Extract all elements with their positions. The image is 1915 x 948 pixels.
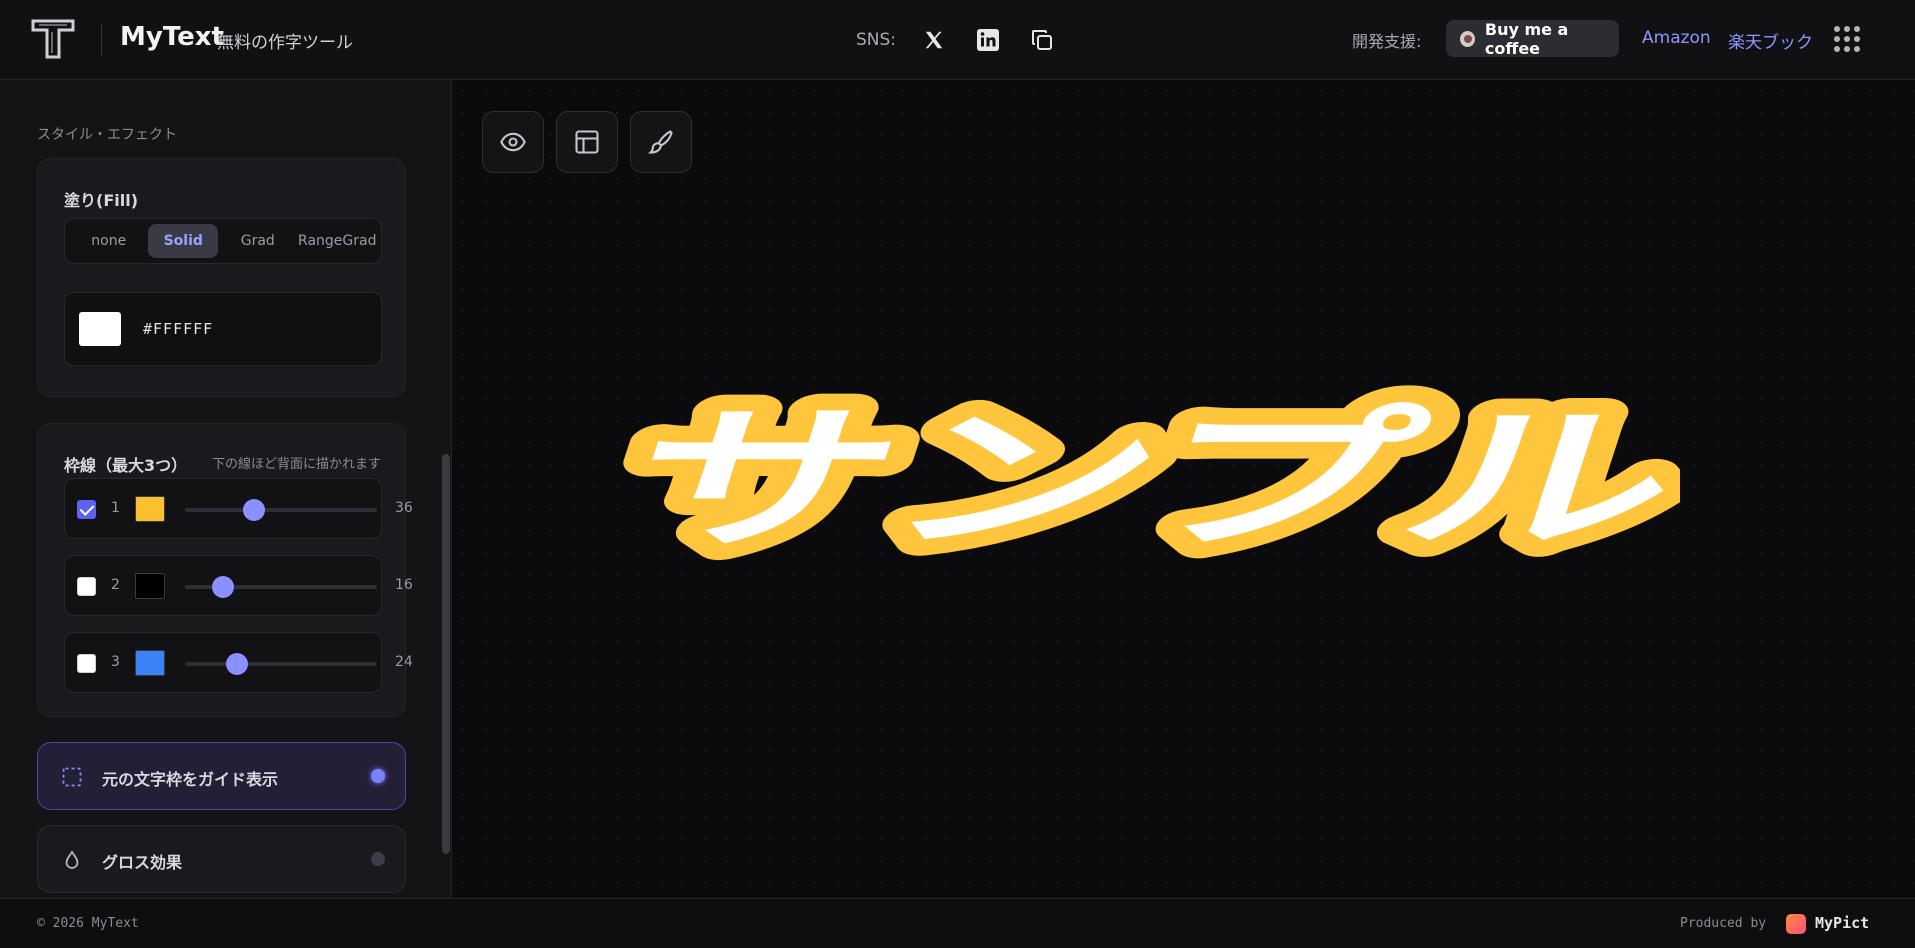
stroke-card: 枠線（最大3つ） 下の線ほど背面に描かれます 1 36 2 16 3 24 — [37, 423, 413, 717]
stroke-2-number: 2 — [111, 577, 120, 593]
stroke-1-number: 1 — [111, 500, 120, 516]
grid-dot-icon — [1834, 46, 1840, 52]
sns-label: SNS: — [856, 30, 897, 50]
stroke-hint: 下の線ほど背面に描かれます — [211, 457, 381, 472]
stroke-2-width-value: 16 — [395, 577, 413, 593]
linkedin-logo-icon — [977, 29, 1000, 51]
brand-title[interactable]: MyText — [120, 22, 224, 52]
x-logo-icon — [925, 31, 943, 49]
apps-grid-button[interactable] — [1834, 26, 1860, 52]
stroke-1-slider-knob[interactable] — [243, 499, 266, 521]
stroke-3-color-swatch[interactable] — [135, 650, 165, 676]
fill-mode-solid[interactable]: Solid — [148, 224, 219, 258]
stroke-3-checkbox[interactable] — [77, 654, 96, 673]
brush-icon — [647, 130, 673, 154]
grid-dot-icon — [1844, 36, 1850, 42]
droplet-icon — [65, 850, 79, 869]
stroke-2-color-swatch[interactable] — [135, 573, 165, 599]
gloss-toggle-label: グロス効果 — [102, 853, 183, 872]
fill-color-hex[interactable]: #FFFFFF — [143, 320, 213, 338]
guide-toggle[interactable]: 元の文字枠をガイド表示 — [37, 742, 406, 810]
dashed-frame-icon — [62, 767, 82, 787]
stroke-2-width-slider[interactable] — [185, 576, 377, 598]
gloss-toggle[interactable]: グロス効果 — [37, 825, 406, 893]
copy-link-button[interactable] — [1026, 24, 1058, 56]
stroke-1-checkbox[interactable] — [77, 500, 96, 519]
rakuten-link[interactable]: 楽天ブック — [1728, 28, 1813, 53]
gloss-toggle-indicator[interactable] — [371, 852, 385, 866]
fill-title: 塗り(Fill) — [64, 191, 139, 210]
layout-button[interactable] — [556, 111, 618, 173]
stroke-row-2: 2 16 — [64, 555, 413, 616]
stroke-3-number: 3 — [111, 654, 120, 670]
grid-dot-icon — [1844, 46, 1850, 52]
copy-icon — [1032, 30, 1053, 50]
coffee-label: Buy me a coffee — [1484, 19, 1569, 58]
stroke-title: 枠線（最大3つ） — [64, 456, 188, 475]
fill-card: 塗り(Fill) none Solid Grad RangeGrad #FFFF… — [37, 158, 406, 397]
preview-fill-text: サンプル — [620, 389, 1680, 570]
produced-by-text: Produced by — [1680, 916, 1767, 931]
settings-sidebar[interactable]: スタイル・エフェクト 塗り(Fill) none Solid Grad Rang… — [0, 80, 452, 898]
stroke-3-width-value: 24 — [395, 654, 413, 670]
top-header: MyText 無料の作字ツール SNS: 開発支援: Buy me a coff… — [0, 0, 1915, 80]
support-label: 開発支援: — [1352, 32, 1422, 51]
stroke-1-color-swatch[interactable] — [135, 496, 165, 522]
fill-mode-none[interactable]: none — [69, 224, 148, 258]
grid-dot-icon — [1844, 26, 1850, 32]
eye-icon — [500, 132, 526, 152]
brand-separator — [101, 24, 102, 56]
preview-canvas[interactable]: サンプル サンプル — [452, 80, 1915, 898]
amazon-link[interactable]: Amazon — [1642, 28, 1711, 48]
stroke-2-slider-knob[interactable] — [212, 576, 235, 598]
sns-links: SNS: — [856, 24, 1080, 56]
preview-view-button[interactable] — [482, 111, 544, 173]
fill-color-swatch[interactable] — [79, 312, 121, 346]
linkedin-share-button[interactable] — [972, 24, 1004, 56]
stroke-3-width-slider[interactable] — [185, 653, 377, 675]
guide-toggle-indicator[interactable] — [371, 769, 385, 783]
copyright-text: © 2026 MyText — [37, 916, 139, 931]
app-root: MyText 無料の作字ツール SNS: 開発支援: Buy me a coff… — [0, 0, 1915, 948]
sidebar-scrollbar[interactable] — [442, 454, 450, 854]
brush-button[interactable] — [630, 111, 692, 173]
fill-color-row: #FFFFFF — [64, 292, 382, 366]
x-share-button[interactable] — [918, 24, 950, 56]
stroke-1-width-value: 36 — [395, 500, 413, 516]
stroke-row-3: 3 24 — [64, 632, 413, 693]
mypict-link[interactable]: MyPict — [1815, 914, 1869, 932]
stroke-1-width-slider[interactable] — [185, 499, 377, 521]
footer: © 2026 MyText Produced by MyPict — [0, 898, 1915, 948]
layout-icon — [575, 130, 599, 154]
fill-mode-rangegrad[interactable]: RangeGrad — [298, 224, 377, 258]
guide-toggle-label: 元の文字枠をガイド表示 — [102, 770, 279, 789]
grid-dot-icon — [1854, 36, 1860, 42]
mypict-logo-icon[interactable] — [1786, 914, 1806, 934]
coffee-icon — [1460, 30, 1475, 47]
stroke-3-slider-knob[interactable] — [225, 653, 248, 675]
fill-mode-grad[interactable]: Grad — [218, 224, 297, 258]
mytext-logo-icon[interactable] — [30, 17, 76, 61]
brand-subtitle: 無料の作字ツール — [217, 33, 353, 53]
stroke-row-1: 1 36 — [64, 478, 413, 539]
buy-me-a-coffee-button[interactable]: Buy me a coffee — [1446, 19, 1619, 58]
text-preview[interactable]: サンプル サンプル — [620, 360, 1680, 620]
stroke-2-checkbox[interactable] — [77, 577, 96, 596]
grid-dot-icon — [1834, 26, 1840, 32]
fill-mode-selector: none Solid Grad RangeGrad — [64, 218, 382, 264]
grid-dot-icon — [1834, 36, 1840, 42]
grid-dot-icon — [1854, 46, 1860, 52]
section-title: スタイル・エフェクト — [37, 127, 177, 143]
grid-dot-icon — [1854, 26, 1860, 32]
